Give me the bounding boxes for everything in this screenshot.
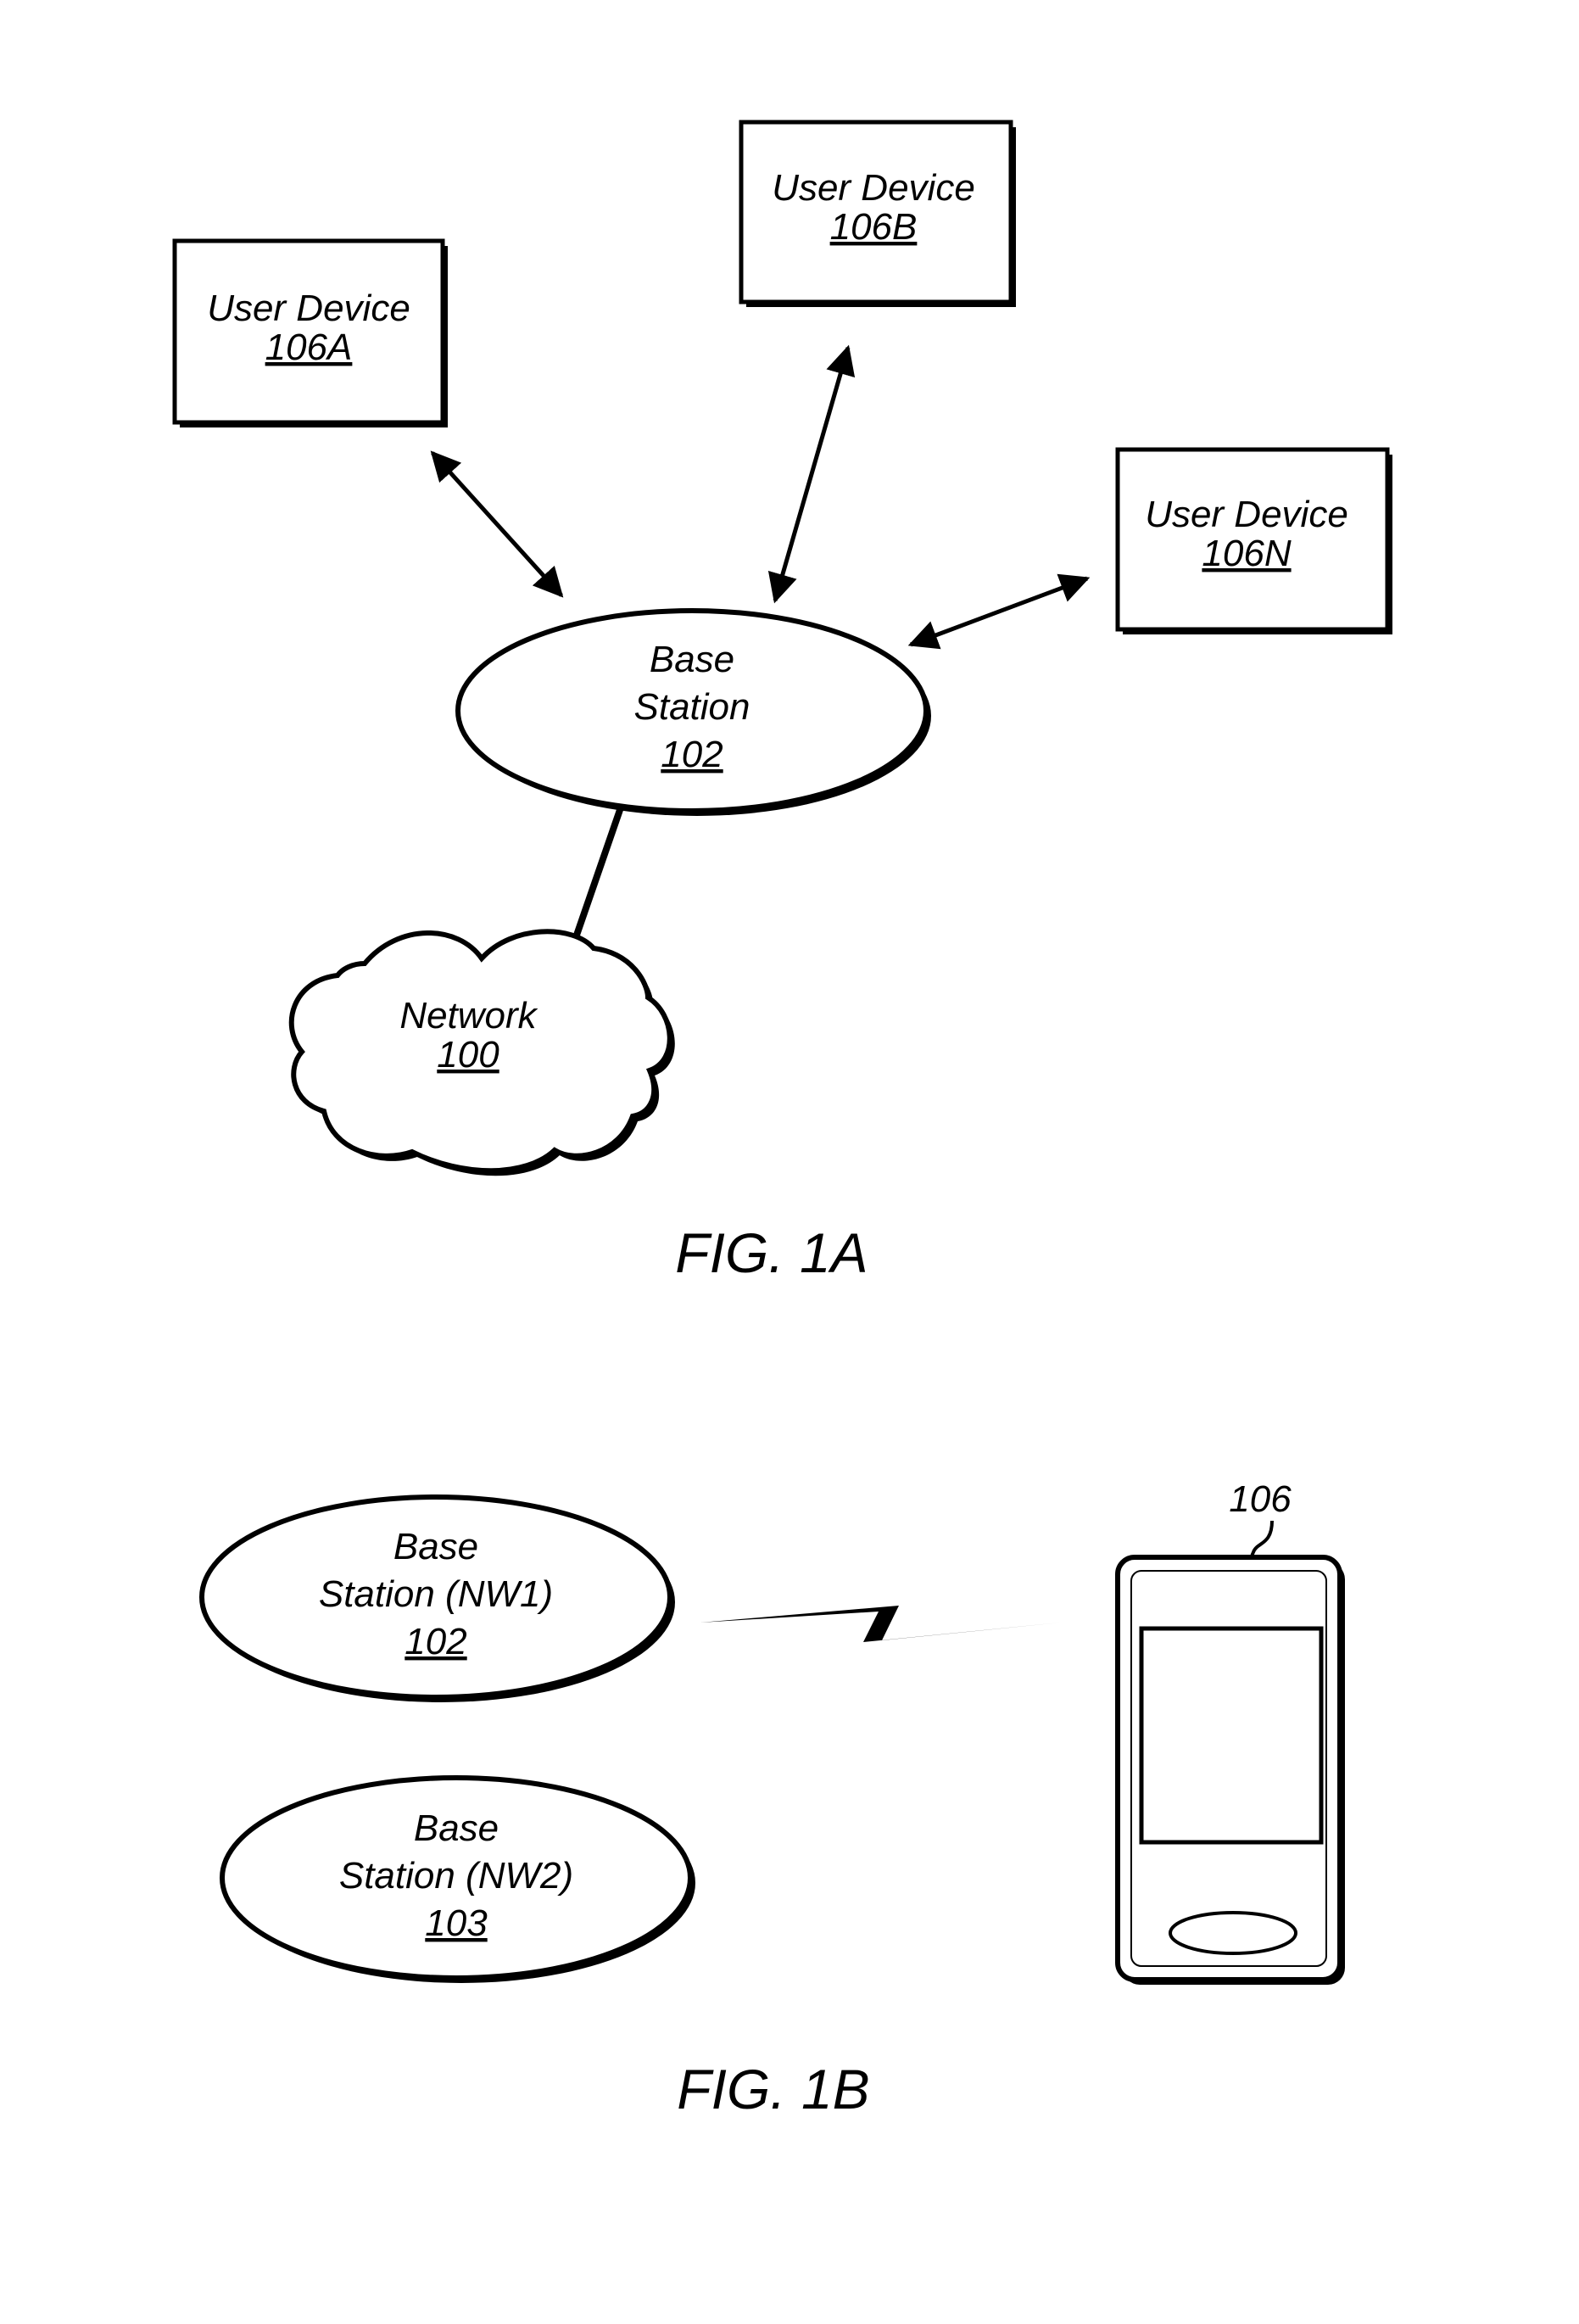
arrow-106n-base-station: [907, 573, 1091, 650]
fig-1a-caption: FIG. 1A: [675, 1221, 868, 1284]
user-device-106a-box: User Device 106A: [172, 238, 448, 427]
base-station-102-ref: 102: [661, 734, 723, 775]
base-station-102-line2: Station: [634, 686, 750, 728]
user-device-106a-title: User Device: [207, 288, 410, 329]
network-cloud-100: Network 100: [288, 929, 675, 1176]
patent-drawing: User Device 106A User Device 106B User D…: [172, 120, 1392, 2120]
base-station-nw1-line1: Base: [393, 1526, 478, 1567]
link-base-station-network: [570, 806, 624, 947]
base-station-nw2-line2: Station (NW2): [339, 1855, 573, 1897]
arrow-106b-base-station: [767, 344, 856, 604]
user-device-106b-ref: 106B: [830, 206, 918, 248]
fig-1b-caption: FIG. 1B: [677, 2058, 869, 2120]
mobile-device-106: 106: [1115, 1478, 1345, 1985]
user-device-106n-title: User Device: [1145, 494, 1348, 535]
fig-1b: Base Station (NW1) 102 Base Station (NW2…: [199, 1478, 1345, 2120]
network-ref: 100: [437, 1034, 499, 1075]
base-station-nw2-103: Base Station (NW2) 103: [220, 1775, 695, 1983]
user-device-106n-ref: 106N: [1202, 533, 1291, 574]
leader-line: [1250, 1520, 1274, 1561]
device-home-button: [1169, 1911, 1297, 1955]
user-device-106n-box: User Device 106N: [1115, 447, 1392, 634]
device-screen: [1139, 1626, 1324, 1845]
network-title: Network: [399, 995, 538, 1036]
fig-1a: User Device 106A User Device 106B User D…: [172, 120, 1392, 1284]
user-device-106a-ref: 106A: [265, 327, 353, 368]
base-station-nw2-ref: 103: [425, 1902, 488, 1944]
base-station-102-line1: Base: [650, 639, 734, 680]
base-station-102: Base Station 102: [455, 608, 931, 816]
mobile-device-ref: 106: [1229, 1478, 1292, 1520]
base-station-nw2-line1: Base: [414, 1807, 499, 1849]
wireless-link-icon: [700, 1606, 1060, 1642]
user-device-106b-box: User Device 106B: [739, 120, 1016, 307]
base-station-nw1-102: Base Station (NW1) 102: [199, 1494, 675, 1702]
base-station-nw1-ref: 102: [405, 1621, 466, 1662]
user-device-106b-title: User Device: [772, 167, 975, 209]
base-station-nw1-line2: Station (NW1): [319, 1573, 553, 1615]
arrow-106a-base-station: [430, 450, 564, 598]
